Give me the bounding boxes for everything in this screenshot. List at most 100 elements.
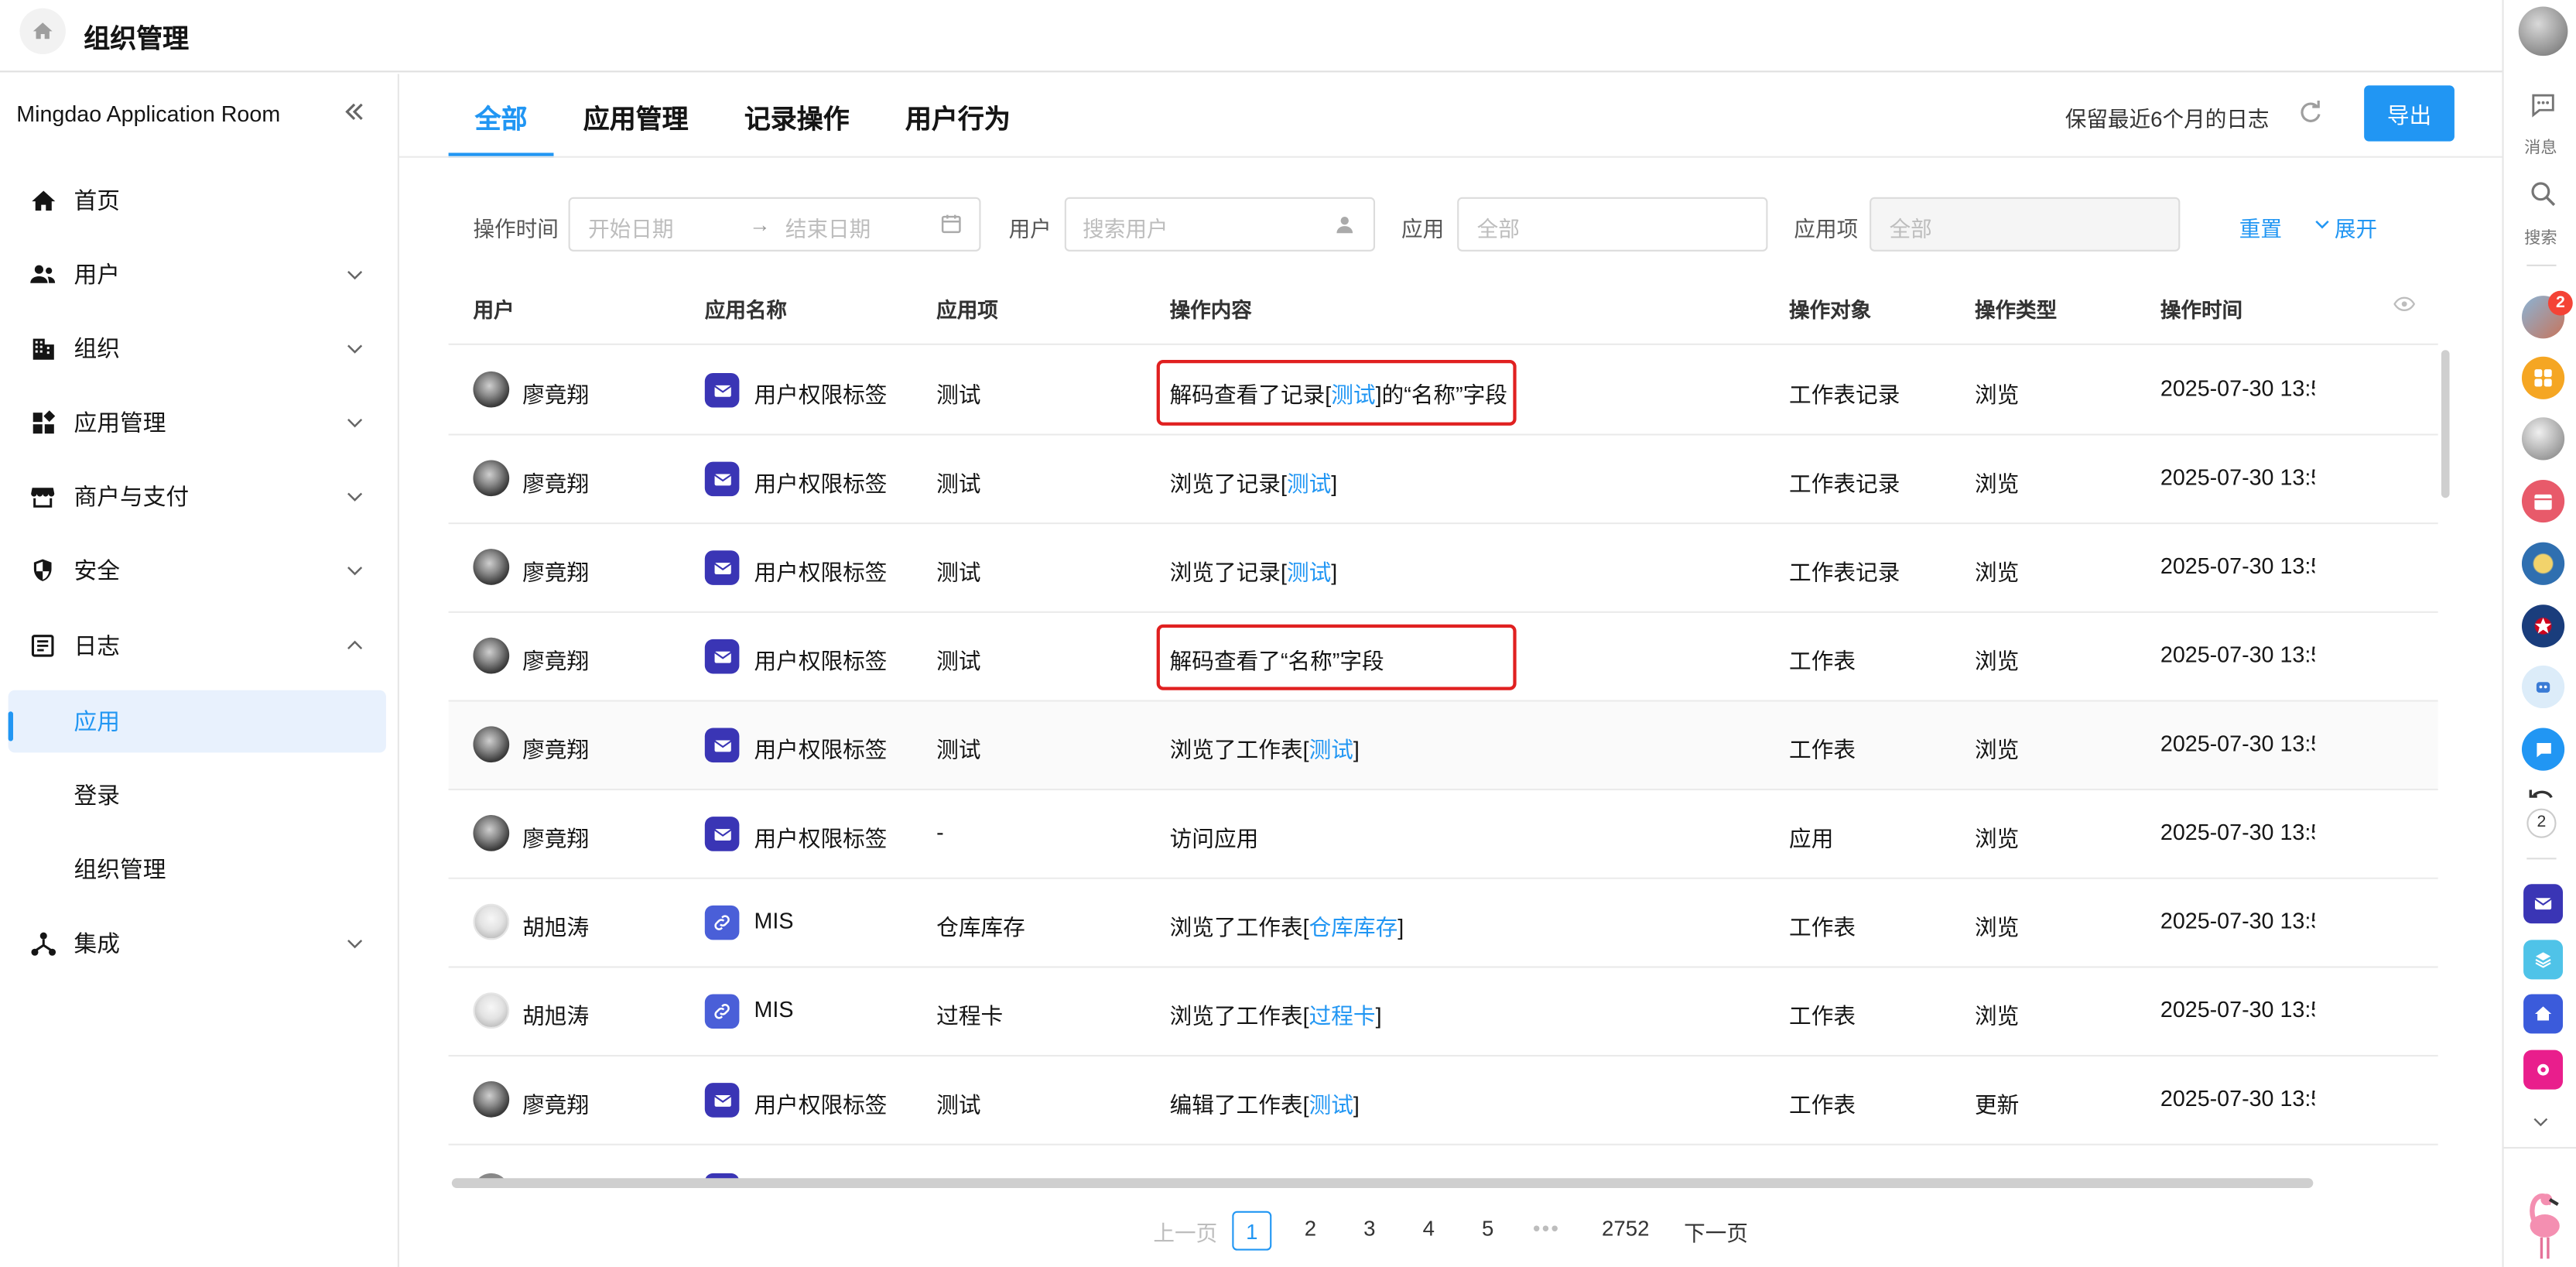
page-button[interactable]: 2 <box>1305 1216 1316 1241</box>
user-name[interactable]: 胡旭涛 <box>522 998 589 1030</box>
sidebar-item-app-management[interactable]: 应用管理 <box>9 391 386 454</box>
operation-object: 工作表 <box>1789 915 1856 940</box>
app-item: 测试 <box>936 382 981 408</box>
app-shortcut-icon[interactable] <box>2523 940 2564 980</box>
app-item: - <box>936 820 944 845</box>
table-row[interactable]: 廖竟翔 用户权限标签 测试 浏览了工作表[测试] 工作表 浏览 2025-07-30 13:… <box>448 701 2438 791</box>
page-button[interactable]: 3 <box>1363 1216 1375 1241</box>
robot-app-icon[interactable] <box>2521 665 2565 709</box>
sidebar-subitem-org-log[interactable]: 组织管理 <box>9 838 386 901</box>
sidebar-item-org[interactable]: 组织 <box>9 317 386 380</box>
user-name[interactable]: 廖竟翔 <box>522 553 589 586</box>
app-select[interactable]: 全部 <box>1457 197 1768 252</box>
table-row[interactable]: 廖竟翔 用户权限标签 测试 浏览了记录[测试] 工作表记录 浏览 2025-07-30 13… <box>448 435 2438 525</box>
message-icon[interactable] <box>2528 91 2557 120</box>
user-name[interactable]: 廖竟翔 <box>522 376 589 409</box>
tab-record-operations[interactable]: 记录操作 <box>718 74 876 158</box>
record-link[interactable]: 测试 <box>1287 560 1331 585</box>
sidebar-subitem-login-log[interactable]: 登录 <box>9 764 386 827</box>
page-button[interactable]: 5 <box>1482 1216 1493 1241</box>
home-icon <box>32 22 53 39</box>
operation-object: 工作表 <box>1789 649 1856 674</box>
app-shortcut-icon[interactable] <box>2523 1050 2564 1090</box>
app-item-select[interactable]: 全部 <box>1870 197 2181 252</box>
table-row[interactable]: 廖竟翔 用户权限标签 - 访问应用 应用 浏览 2025-07-30 13:5 <box>448 790 2438 879</box>
column-header[interactable]: 操作对象 <box>1789 293 1871 324</box>
flamingo-mascot-icon[interactable] <box>2517 1183 2567 1262</box>
chevron-down-icon[interactable] <box>2530 1111 2552 1132</box>
sidebar-item-label: 组织 <box>74 335 120 362</box>
app-item: 测试 <box>936 649 981 674</box>
user-name[interactable]: 廖竟翔 <box>522 820 589 852</box>
app-shortcut-icon[interactable] <box>2521 604 2565 648</box>
page-button-current[interactable]: 1 <box>1232 1210 1272 1251</box>
user-name[interactable]: 胡旭涛 <box>522 909 589 941</box>
table-row[interactable]: 廖竟翔 用户权限标签 测试 编辑了工作表[测试] 工作表 更新 2025-07-30 13:… <box>448 1056 2438 1145</box>
table-row[interactable]: 廖竟翔 用户权限标签 测试 浏览了记录[测试] 工作表记录 浏览 2025-07-30 13… <box>448 524 2438 613</box>
sidebar-item-logs[interactable]: 日志 <box>9 615 386 677</box>
collapse-sidebar-icon[interactable] <box>338 97 368 126</box>
page-ellipsis[interactable]: ••• <box>1533 1216 1560 1241</box>
home-button[interactable] <box>19 8 66 55</box>
column-header[interactable]: 操作时间 <box>2160 293 2242 324</box>
column-header[interactable]: 操作内容 <box>1170 293 1252 324</box>
user-name[interactable]: 廖竟翔 <box>522 731 589 764</box>
user-name[interactable]: 廖竟翔 <box>522 465 589 498</box>
app-shortcut-icon[interactable] <box>2521 356 2565 399</box>
search-icon[interactable] <box>2528 179 2557 208</box>
table-row[interactable]: 胡旭涛 MIS 过程卡 浏览了工作表[过程卡] 工作表 浏览 2025-07-30 13:5 <box>448 967 2438 1057</box>
table-row[interactable]: 胡旭涛 MIS 仓库库存 浏览了工作表[仓库库存] 工作表 浏览 2025-07-30 13… <box>448 878 2438 968</box>
prev-page-button[interactable]: 上一页 <box>1153 1216 1217 1247</box>
home-icon <box>28 186 57 215</box>
tab-app-management[interactable]: 应用管理 <box>557 74 715 158</box>
sidebar-item-users[interactable]: 用户 <box>9 243 386 306</box>
chevron-down-icon <box>347 940 363 949</box>
undo-icon[interactable] <box>2528 786 2554 805</box>
record-link[interactable]: 测试 <box>1309 1093 1353 1118</box>
sidebar-item-security[interactable]: 安全 <box>9 539 386 601</box>
eye-icon[interactable] <box>2393 296 2415 312</box>
permission-app-icon[interactable] <box>2523 884 2564 924</box>
tab-all[interactable]: 全部 <box>448 74 554 158</box>
record-link[interactable]: 测试 <box>1287 471 1331 496</box>
date-range-picker[interactable]: 开始日期 → 结束日期 <box>568 197 981 252</box>
sidebar-subitem-app-log[interactable]: 应用 <box>8 690 386 753</box>
column-header[interactable]: 操作类型 <box>1975 293 2057 324</box>
user-search-input[interactable]: 搜索用户 <box>1064 197 1376 252</box>
current-user-avatar[interactable] <box>2518 6 2568 57</box>
record-link[interactable]: 仓库库存 <box>1309 916 1398 940</box>
column-header[interactable]: 应用名称 <box>705 293 787 324</box>
app-item-filter-label: 应用项 <box>1794 217 1859 242</box>
horizontal-scrollbar[interactable] <box>451 1178 2314 1189</box>
chevron-down-icon <box>347 567 363 576</box>
sidebar-item-integration[interactable]: 集成 <box>9 912 386 974</box>
page-button[interactable]: 4 <box>1423 1216 1435 1241</box>
notification-badge: 2 <box>2547 290 2573 316</box>
record-link[interactable]: 测试 <box>1309 738 1353 762</box>
calendar-app-icon[interactable] <box>2521 479 2565 523</box>
app-name: 用户权限标签 <box>754 826 888 851</box>
next-page-button[interactable]: 下一页 <box>1684 1216 1748 1247</box>
operation-time: 2025-07-30 13:5 <box>2160 642 2315 667</box>
operation-text: 访问应用 <box>1169 826 1259 851</box>
column-header[interactable]: 用户 <box>473 293 514 324</box>
user-name[interactable]: 廖竟翔 <box>522 642 589 675</box>
operation-time: 2025-07-30 13:5 <box>2160 376 2315 402</box>
reset-link[interactable]: 重置 <box>2239 212 2282 243</box>
page-button-last[interactable]: 2752 <box>1602 1216 1649 1241</box>
vertical-scrollbar[interactable] <box>2441 350 2450 498</box>
integration-icon <box>28 929 57 958</box>
user-name[interactable]: 廖竟翔 <box>522 1086 589 1118</box>
column-header[interactable]: 应用项 <box>936 293 998 324</box>
sidebar-item-home[interactable]: 首页 <box>9 170 386 232</box>
app-shortcut-icon[interactable] <box>2521 417 2565 461</box>
record-link[interactable]: 过程卡 <box>1309 1004 1376 1029</box>
chat-app-icon[interactable] <box>2521 728 2565 771</box>
refresh-icon[interactable] <box>2295 97 2325 126</box>
tab-user-behavior[interactable]: 用户行为 <box>879 74 1037 158</box>
export-button[interactable]: 导出 <box>2364 85 2455 142</box>
expand-link[interactable]: 展开 <box>2335 212 2377 243</box>
sidebar-item-merchant[interactable]: 商户与支付 <box>9 465 386 528</box>
home-app-icon[interactable] <box>2523 994 2564 1034</box>
app-shortcut-icon[interactable] <box>2521 542 2565 585</box>
